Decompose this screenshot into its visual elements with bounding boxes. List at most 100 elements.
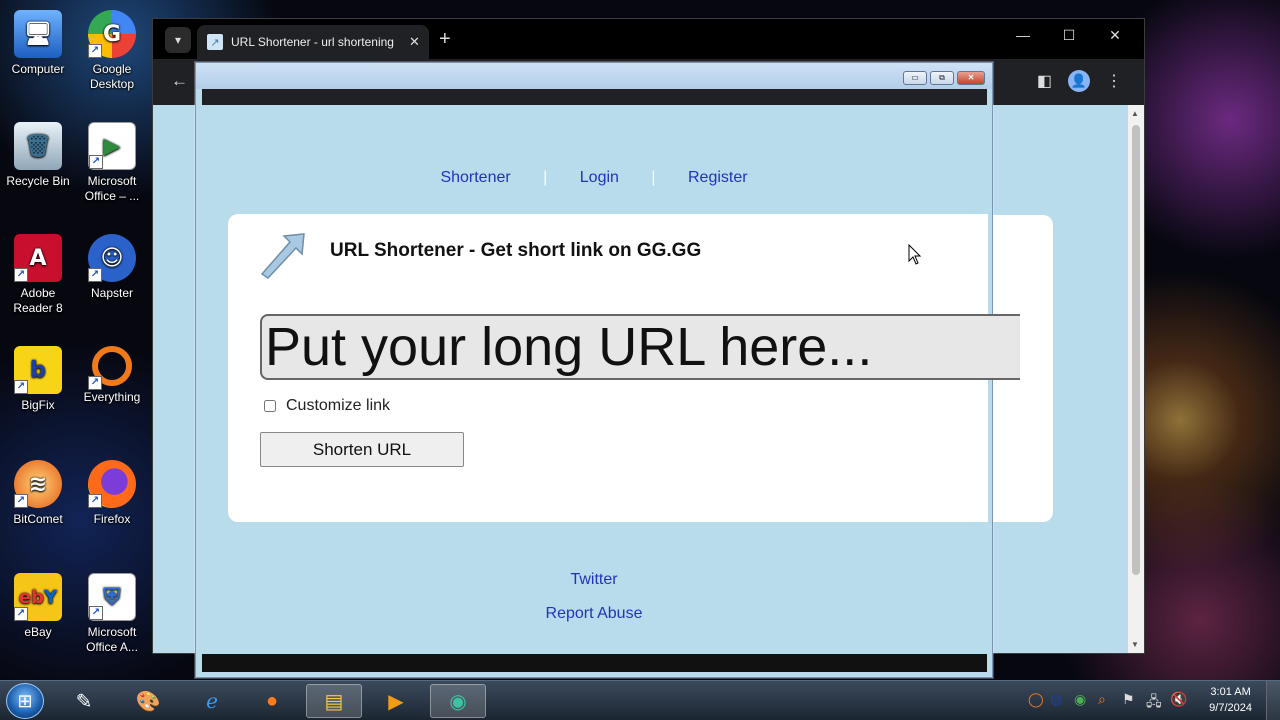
taskbar-media-player[interactable]: ▶	[368, 684, 424, 718]
tray-icon-volume-muted[interactable]: 🔇	[1170, 691, 1187, 708]
desktop-icon-adobe-reader[interactable]: A ↗ Adobe Reader 8	[0, 234, 76, 316]
close-window-button[interactable]: ✕	[1100, 27, 1130, 44]
desktop-icon-bigfix[interactable]: b ↗ BigFix	[0, 346, 76, 413]
ebay-icon: eb Y ↗	[14, 573, 62, 621]
tab-close-icon[interactable]: ✕	[409, 34, 420, 50]
bigfix-icon: b ↗	[14, 346, 62, 394]
overlay-top-strip	[202, 89, 987, 105]
media-player-icon: ▶	[388, 690, 404, 713]
nav-separator: |	[543, 169, 548, 186]
desktop-icon-microsoft-office[interactable]: ▶ ↗ Microsoft Office – ...	[74, 122, 150, 204]
shortcut-arrow-icon: ↗	[88, 376, 102, 390]
office-icon: ⛨ ↗	[88, 573, 136, 621]
paint-icon: 🎨	[135, 690, 161, 713]
notepad-icon: ✎	[75, 690, 93, 713]
overlay-restore-button[interactable]: ⧉	[930, 71, 954, 85]
top-navigation: Shortener | Login | Register	[196, 169, 992, 187]
twitter-link[interactable]: Twitter	[196, 563, 992, 597]
office-icon: ▶ ↗	[88, 122, 136, 170]
nav-link-login[interactable]: Login	[580, 169, 619, 186]
tray-icon-bigfix[interactable]: ◍	[1050, 691, 1062, 708]
shortcut-arrow-icon: ↗	[14, 494, 28, 508]
arrow-logo-icon	[260, 233, 305, 279]
maximize-button[interactable]: ☐	[1054, 27, 1084, 44]
profile-avatar-icon[interactable]: 👤	[1068, 70, 1090, 92]
computer-icon: 🖥	[14, 10, 62, 58]
tray-icon-search[interactable]: ⌕	[1098, 691, 1106, 708]
overlay-titlebar[interactable]: ▭ ⧉ ✕	[196, 63, 992, 89]
taskbar-firefox[interactable]: ●	[244, 684, 300, 718]
long-url-input[interactable]	[260, 314, 1020, 380]
napster-icon: ☺ ↗	[88, 234, 136, 282]
taskbar-chrome[interactable]: ◉	[430, 684, 486, 718]
shortcut-arrow-icon: ↗	[89, 606, 103, 620]
shorten-url-button[interactable]: Shorten URL	[260, 432, 464, 467]
clock-time: 3:01 AM	[1210, 686, 1251, 698]
taskbar-notepad[interactable]: ✎	[56, 684, 112, 718]
shortener-card: URL Shortener - Get short link on GG.GG …	[228, 214, 1020, 522]
shortcut-arrow-icon: ↗	[14, 607, 28, 621]
start-button[interactable]: ⊞	[6, 683, 44, 719]
tab-search-button[interactable]: ▾	[165, 27, 191, 53]
system-clock[interactable]: 3:01 AM 9/7/2024	[1209, 684, 1252, 716]
recycle-bin-icon: 🗑	[14, 122, 62, 170]
firefox-icon: ↗	[88, 460, 136, 508]
windows-logo-icon: ⊞	[17, 690, 33, 711]
desktop-icon-everything[interactable]: ↗ Everything	[74, 346, 150, 405]
taskbar-internet-explorer[interactable]: ℯ	[184, 684, 240, 718]
shortcut-arrow-icon: ↗	[89, 155, 103, 169]
nav-separator: |	[651, 169, 656, 186]
scroll-up-icon[interactable]: ▲	[1131, 109, 1139, 118]
page-scrollbar[interactable]: ▲ ▼	[1128, 105, 1144, 653]
minimize-button[interactable]: —	[1008, 27, 1038, 43]
overlay-window: ▭ ⧉ ✕ Shortener | Login | Register URL S…	[195, 62, 1020, 678]
tray-icon-network[interactable]: 🖧	[1146, 691, 1162, 715]
page-title: URL Shortener - Get short link on GG.GG	[330, 240, 702, 261]
nav-link-shortener[interactable]: Shortener	[440, 169, 510, 186]
desktop-icon-computer[interactable]: 🖥 Computer	[0, 10, 76, 77]
desktop-icon-ebay[interactable]: eb Y ↗ eBay	[0, 573, 76, 640]
report-abuse-link[interactable]: Report Abuse	[196, 597, 992, 631]
desktop-icon-napster[interactable]: ☺ ↗ Napster	[74, 234, 150, 301]
customize-link-checkbox[interactable]	[264, 400, 276, 412]
favicon-icon: ↗	[207, 34, 223, 50]
new-tab-button[interactable]: +	[439, 28, 451, 51]
browser-app-icon: ◉	[449, 690, 467, 713]
tab-url-shortener[interactable]: ↗ URL Shortener - url shortening ✕	[197, 25, 429, 59]
shortcut-arrow-icon: ↗	[14, 268, 28, 282]
show-desktop-button[interactable]	[1266, 681, 1280, 720]
more-menu-icon[interactable]: ⋮	[1106, 71, 1122, 91]
tab-strip: ▾ ↗ URL Shortener - url shortening ✕ + —…	[153, 19, 1144, 59]
tray-icon-everything[interactable]: ◯	[1028, 691, 1044, 708]
desktop-icon-bitcomet[interactable]: ≋ ↗ BitComet	[0, 460, 76, 527]
desktop-icon-microsoft-office-a[interactable]: ⛨ ↗ Microsoft Office A...	[74, 573, 150, 655]
scroll-thumb[interactable]	[1132, 125, 1140, 575]
side-panel-icon[interactable]: ◧	[1037, 71, 1052, 91]
mouse-cursor-icon	[908, 244, 922, 265]
taskbar-explorer[interactable]: ▤	[306, 684, 362, 718]
shortcut-arrow-icon: ↗	[88, 494, 102, 508]
back-button[interactable]: ←	[171, 71, 188, 91]
tray-icon-chrome[interactable]: ◉	[1074, 691, 1086, 708]
adobe-reader-icon: A ↗	[14, 234, 62, 282]
desktop-icon-firefox[interactable]: ↗ Firefox	[74, 460, 150, 527]
scroll-down-icon[interactable]: ▼	[1131, 640, 1139, 649]
overlay-close-button[interactable]: ✕	[957, 71, 985, 85]
customize-link-option[interactable]: Customize link	[264, 397, 390, 415]
tab-title: URL Shortener - url shortening	[231, 35, 394, 49]
everything-icon: ↗	[88, 346, 132, 390]
shortcut-arrow-icon: ↗	[14, 380, 28, 394]
clock-date: 9/7/2024	[1209, 702, 1252, 714]
desktop-icon-recycle-bin[interactable]: 🗑 Recycle Bin	[0, 122, 76, 189]
google-desktop-icon: G ↗	[88, 10, 136, 58]
chevron-down-icon: ▾	[174, 33, 182, 47]
shortcut-arrow-icon: ↗	[88, 268, 102, 282]
desktop-icon-google-desktop[interactable]: G ↗ Google Desktop	[74, 10, 150, 92]
internet-explorer-icon: ℯ	[206, 690, 218, 713]
shortcut-arrow-icon: ↗	[88, 44, 102, 58]
tray-icon-flag[interactable]: ⚑	[1122, 691, 1135, 708]
taskbar-paint[interactable]: 🎨	[120, 684, 176, 718]
footer-links: Twitter Report Abuse	[196, 563, 992, 631]
nav-link-register[interactable]: Register	[688, 169, 748, 186]
overlay-minimize-button[interactable]: ▭	[903, 71, 927, 85]
